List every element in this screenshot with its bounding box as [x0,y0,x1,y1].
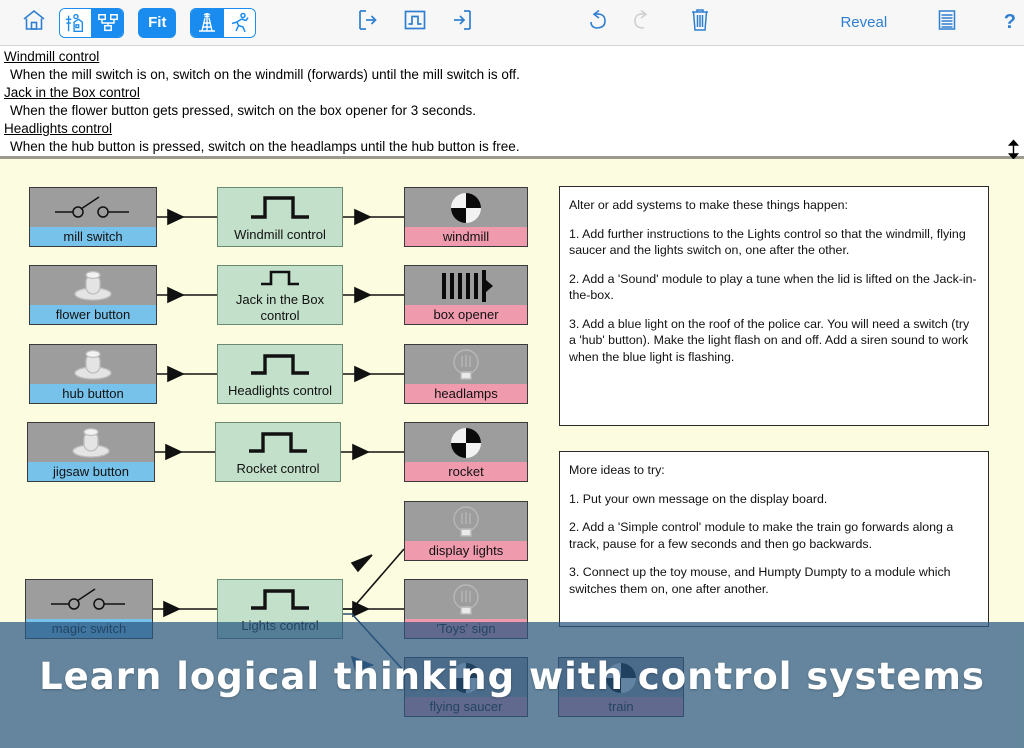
pulse-control-icon [403,9,427,36]
list-lines-icon [936,8,958,37]
node-control-jack-in-the-box[interactable]: Jack in the Box control [217,265,343,325]
node-input-mill-switch[interactable]: mill switch [29,187,157,247]
add-input-button[interactable] [356,8,381,38]
node-label: jigsaw button [28,462,154,481]
node-control-windmill[interactable]: Windmill control [217,187,343,247]
fit-button[interactable]: Fit [138,7,177,38]
node-label: windmill [405,227,527,246]
redo-icon [629,9,654,37]
build-tower-icon[interactable] [191,8,224,37]
panel-line: 2. Add a 'Sound' module to play a tune w… [569,271,977,303]
node-label: display lights [405,541,527,560]
node-label: headlamps [405,384,527,403]
node-control-headlights[interactable]: Headlights control [217,344,343,404]
input-arrow-icon [356,9,380,36]
caption-text: Learn logical thinking with control syst… [39,655,985,698]
node-label: Rocket control [236,460,320,476]
rules-pane[interactable]: Windmill control When the mill switch is… [0,46,1024,158]
node-label: mill switch [30,227,156,246]
rule-title: Jack in the Box control [4,85,140,100]
node-input-jigsaw-button[interactable]: jigsaw button [27,422,155,482]
rule-body: When the hub button is pressed, switch o… [10,139,520,154]
pulse-icon [245,428,311,461]
tasks-panel[interactable]: Alter or add systems to make these thing… [559,186,989,426]
lamp-bulb-icon [405,502,527,541]
output-arrow-icon [450,9,474,36]
panel-line: 3. Connect up the toy mouse, and Humpty … [569,565,951,596]
pulse-icon [247,267,313,292]
add-control-button[interactable] [403,8,428,38]
redo-button[interactable] [629,8,654,38]
pulse-icon [247,585,313,618]
node-label: hub button [30,384,156,403]
lamp-bulb-icon [405,345,527,384]
node-label: Headlights control [227,382,333,398]
node-label: Windmill control [234,226,326,242]
lever-switch-icon [26,580,152,619]
pulse-icon [247,350,313,383]
more-ideas-panel[interactable]: More ideas to try: 1. Put your own messa… [559,451,989,627]
node-label: rocket [405,462,527,481]
node-output-headlamps[interactable]: headlamps [404,344,528,404]
node-output-rocket[interactable]: rocket [404,422,528,482]
rule-body: When the flower button gets pressed, swi… [10,103,477,118]
panel-line: More ideas to try: [569,463,665,477]
vertical-resize-icon[interactable] [1005,138,1021,160]
node-output-windmill[interactable]: windmill [404,187,528,247]
panel-line: 1. Put your own message on the display b… [569,491,828,506]
list-button[interactable] [935,8,960,38]
home-button[interactable] [22,8,47,38]
home-icon [22,9,46,36]
solenoid-icon [405,266,527,305]
node-output-display-lights[interactable]: display lights [404,501,528,561]
help-button[interactable]: ? [996,11,1024,34]
motor-wheel-icon [405,188,527,227]
reveal-button[interactable]: Reveal [834,14,893,31]
rule-title: Headlights control [4,121,113,136]
mode-segment[interactable] [190,7,257,38]
node-label: box opener [405,305,527,324]
lamp-bulb-icon [405,580,527,619]
push-button-icon [30,345,156,384]
run-person-icon[interactable] [223,8,256,37]
push-button-icon [30,266,156,305]
node-label: flower button [30,305,156,324]
add-output-button[interactable] [449,8,474,38]
node-input-hub-button[interactable]: hub button [29,344,157,404]
undo-icon [586,9,611,37]
node-output-box-opener[interactable]: box opener [404,265,528,325]
scene-view-icon[interactable] [59,8,92,37]
delete-button[interactable] [688,8,713,38]
view-mode-segment[interactable] [58,7,125,38]
panel-line: 1. Add further instructions to the Light… [569,226,966,258]
node-input-flower-button[interactable]: flower button [29,265,157,325]
panel-line: Alter or add systems to make these thing… [569,198,848,212]
panel-line: 3. Add a blue light on the roof of the p… [569,316,970,364]
panel-line: 2. Add a 'Simple control' module to make… [569,520,954,551]
systems-view-icon[interactable] [91,8,124,37]
trash-icon [689,8,711,37]
push-button-icon [28,423,154,462]
rule-title: Windmill control [4,49,100,64]
pulse-icon [247,192,313,227]
node-label: Jack in the Box control [235,291,325,323]
rule-body: When the mill switch is on, switch on th… [10,67,520,82]
motor-wheel-icon [405,423,527,462]
node-control-rocket[interactable]: Rocket control [215,422,341,482]
toolbar: Fit Reveal ? [0,0,1024,46]
lever-switch-icon [30,188,156,227]
undo-button[interactable] [586,8,611,38]
